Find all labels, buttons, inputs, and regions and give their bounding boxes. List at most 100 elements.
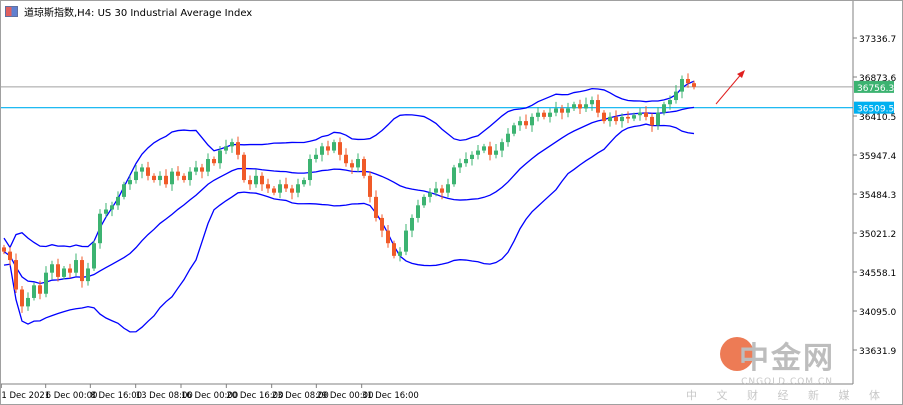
candle-body <box>62 268 66 277</box>
candle-body <box>452 167 456 185</box>
candle-body <box>110 205 114 210</box>
candle-body <box>638 112 642 116</box>
candle-body <box>158 175 162 181</box>
candle-body <box>290 188 294 193</box>
candle-body <box>122 184 126 197</box>
candle-body <box>620 116 624 122</box>
candle-body <box>380 217 384 231</box>
watermark-domain: CNGOLD.COM.CN <box>741 377 833 387</box>
candle-body <box>686 78 690 84</box>
candle-body <box>398 251 402 256</box>
candle-body <box>656 112 660 126</box>
candle-body <box>182 175 186 181</box>
candle-body <box>596 100 600 113</box>
x-tick-label: 8 Dec 16:00 <box>90 391 142 401</box>
candle-body <box>38 285 42 294</box>
candle-body <box>416 205 420 218</box>
candle-body <box>332 142 336 151</box>
candle-body <box>470 154 474 159</box>
candle-body <box>44 272 48 294</box>
candle-body <box>20 289 24 307</box>
candle-body <box>572 104 576 109</box>
candle-body <box>302 180 306 185</box>
bb-upper-line <box>3 80 695 249</box>
candle-body <box>422 196 426 206</box>
candle-body <box>362 158 366 176</box>
candle-body <box>446 184 450 193</box>
candle-body <box>488 146 492 155</box>
candle-body <box>632 115 636 119</box>
current-price-label: 36756.3 <box>857 84 894 94</box>
candle-body <box>218 150 222 164</box>
candle-body <box>104 209 108 214</box>
chart-title-text: 道琼斯指数,H4: US 30 Industrial Average Index <box>24 8 253 19</box>
candle-body <box>236 142 240 155</box>
candle-body <box>692 83 696 87</box>
candle-body <box>566 108 570 113</box>
candle-body <box>50 264 54 273</box>
candle-body <box>230 142 234 147</box>
candle-body <box>524 121 528 126</box>
chart-window-icon <box>5 6 18 17</box>
candle-body <box>428 192 432 197</box>
candle-body <box>212 158 216 164</box>
candle-body <box>344 154 348 164</box>
candle-body <box>614 116 618 122</box>
candle-body <box>500 142 504 151</box>
candle-body <box>464 158 468 164</box>
candle-body <box>224 146 228 151</box>
candle-body <box>386 230 390 244</box>
candle-body <box>542 112 546 117</box>
candle-body <box>242 154 246 181</box>
candle-body <box>626 116 630 119</box>
candle-body <box>32 285 36 298</box>
candle-body <box>518 121 522 126</box>
watermark-tagline: 中 文 财 经 新 媒 体 <box>686 389 888 402</box>
candle-body <box>254 175 258 185</box>
watermark-brand: 中金网 <box>739 341 835 376</box>
candle-body <box>14 260 18 290</box>
candle-body <box>674 91 678 101</box>
candle-body <box>350 163 354 168</box>
candle-body <box>368 175 372 197</box>
trend-arrow-icon <box>715 71 744 105</box>
candle-body <box>86 268 90 282</box>
bb-lower-line <box>3 123 695 333</box>
candle-body <box>494 150 498 155</box>
candle-body <box>374 196 378 218</box>
candle-body <box>404 230 408 252</box>
bb-middle-line <box>3 106 695 285</box>
candle-body <box>482 146 486 151</box>
candle-body <box>308 158 312 181</box>
candle-body <box>128 180 132 185</box>
x-tick-label: 1 Dec 2021 <box>1 391 50 401</box>
candle-body <box>152 175 156 181</box>
candle-body <box>356 158 360 168</box>
candle-body <box>140 167 144 172</box>
candle-body <box>680 78 684 92</box>
candle-body <box>200 167 204 172</box>
candle-body <box>608 116 612 122</box>
candle-body <box>320 146 324 155</box>
y-tick-label: 34558.1 <box>859 269 896 279</box>
y-tick-label: 35484.3 <box>859 191 896 201</box>
candle-body <box>392 243 396 256</box>
candle-body <box>80 260 84 282</box>
candle-body <box>164 175 168 185</box>
candle-body <box>548 112 552 117</box>
candle-body <box>116 196 120 206</box>
candle-body <box>188 171 192 181</box>
candle-body <box>458 163 462 168</box>
y-tick-label: 37336.7 <box>859 35 896 45</box>
candle-body <box>26 297 30 307</box>
candle-body <box>434 188 438 193</box>
level-label: 36509.5 <box>857 105 894 115</box>
candle-body <box>530 116 534 126</box>
candle-body <box>2 247 6 252</box>
candle-body <box>92 243 96 269</box>
candle-body <box>206 158 210 172</box>
candle-body <box>410 217 414 231</box>
candle-body <box>98 213 102 244</box>
chart-title: 道琼斯指数,H4: US 30 Industrial Average Index <box>5 4 252 19</box>
candle-body <box>440 188 444 193</box>
